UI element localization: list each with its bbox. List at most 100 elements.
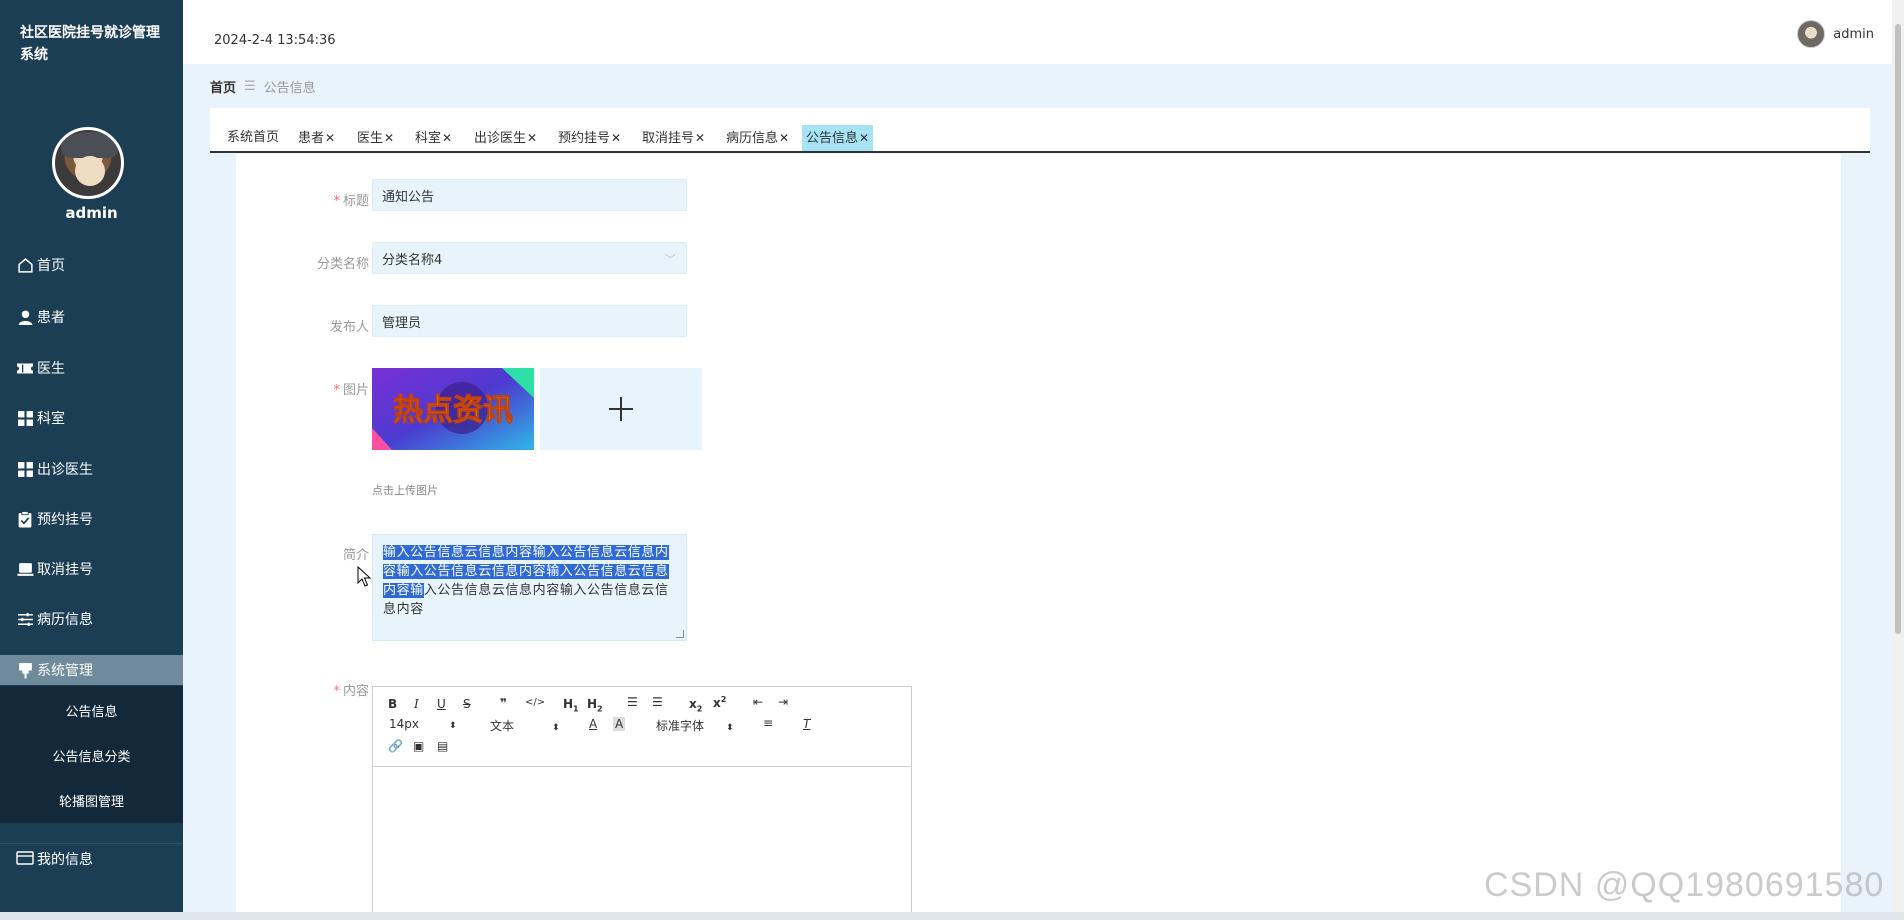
close-icon[interactable]: ✕	[779, 131, 789, 145]
publisher-input[interactable]: 管理员	[372, 305, 687, 337]
sidebar-username: admin	[65, 204, 118, 222]
bold-icon[interactable]: B	[388, 697, 397, 711]
tab-label: 出诊医生	[474, 131, 527, 146]
resize-handle[interactable]	[676, 630, 684, 638]
grid-icon	[16, 409, 34, 427]
sidebar-item-label: 我的信息	[37, 851, 93, 868]
breadcrumb-home[interactable]: 首页	[210, 77, 236, 96]
image-icon[interactable]: ▣	[413, 739, 424, 753]
tab-doctor[interactable]: 医生✕	[353, 125, 398, 151]
tab-label: 医生	[357, 131, 384, 146]
sidebar-item-label: 医生	[37, 361, 65, 377]
label-text: 标题	[342, 194, 369, 209]
sidebar-item-home[interactable]: 首页	[0, 250, 183, 280]
italic-icon[interactable]: I	[414, 697, 419, 711]
close-icon[interactable]: ✕	[859, 131, 869, 145]
intro-text-rest: 入公告信息云信息内容输入公告信息云信息内容	[383, 583, 669, 617]
underline-icon[interactable]: U	[437, 697, 446, 711]
background-color-icon[interactable]: A	[613, 717, 626, 731]
scrollbar-thumb[interactable]	[1895, 24, 1901, 634]
outdent-icon[interactable]: ⇤	[753, 695, 763, 709]
close-icon[interactable]: ✕	[384, 131, 394, 145]
uploaded-image-thumbnail[interactable]: 热点资讯	[372, 368, 534, 450]
plus-icon	[609, 397, 633, 421]
tab-medical-records[interactable]: 病历信息✕	[722, 125, 793, 151]
font-family-value: 标准字体	[656, 719, 705, 733]
superscript-icon[interactable]: x2	[713, 695, 726, 710]
submenu-item-carousel[interactable]: 轮播图管理	[0, 791, 183, 810]
sidebar-avatar[interactable]	[52, 127, 124, 199]
video-icon[interactable]: ▤	[437, 739, 448, 753]
form-panel: * 标题 通知公告 分类名称 分类名称4 ﹀ 发布人 管理员 * 图片 热点资讯 点…	[236, 154, 1841, 920]
bullet-list-icon[interactable]: ☰	[652, 695, 663, 709]
home-icon	[16, 256, 34, 274]
tab-notice[interactable]: 公告信息✕	[802, 125, 874, 151]
sidebar-item-my-info[interactable]: 我的信息	[0, 843, 183, 873]
tab-label: 病历信息	[726, 131, 779, 146]
sidebar-item-doctor[interactable]: 医生	[0, 353, 183, 383]
submenu-item-notice-category[interactable]: 公告信息分类	[0, 746, 183, 765]
sidebar-item-patient[interactable]: 患者	[0, 302, 183, 332]
sidebar-item-label: 患者	[37, 310, 65, 326]
tab-home[interactable]: 系统首页	[223, 125, 283, 151]
intro-textarea[interactable]: 输入公告信息云信息内容输入公告信息云信息内容输入公告信息云信息内容输入公告信息云…	[372, 534, 687, 641]
submenu-item-notice[interactable]: 公告信息	[0, 701, 183, 720]
updown-icon: ⬍	[449, 721, 457, 731]
sidebar-item-department[interactable]: 科室	[0, 403, 183, 433]
user-menu[interactable]: admin	[1797, 20, 1874, 48]
font-color-icon[interactable]: A	[589, 717, 597, 731]
link-icon[interactable]: 🔗	[388, 739, 403, 753]
datetime: 2024-2-4 13:54:36	[214, 33, 336, 48]
indent-icon[interactable]: ⇥	[778, 695, 788, 709]
close-icon[interactable]: ✕	[611, 131, 621, 145]
rich-text-editor[interactable]: B I U S ❞ </> H1 H2 ☰ ☰ x2 x2 ⇤ ⇥ 14px ⬍ …	[372, 686, 912, 920]
close-icon[interactable]: ✕	[527, 131, 537, 145]
top-bar: 2024-2-4 13:54:36 admin	[183, 0, 1904, 64]
label-text: 内容	[342, 684, 369, 699]
mouse-cursor-icon	[357, 566, 371, 587]
watermark: CSDN @QQ1980691580	[1484, 866, 1885, 904]
sidebar-item-appointment[interactable]: 预约挂号	[0, 504, 183, 534]
close-icon[interactable]: ✕	[442, 131, 452, 145]
category-select[interactable]: 分类名称4 ﹀	[372, 242, 687, 274]
font-size-select[interactable]: 14px ⬍	[389, 717, 457, 731]
tabs-bar: 系统首页 患者✕ 医生✕ 科室✕ 出诊医生✕ 预约挂号✕ 取消挂号✕ 病历信息✕…	[210, 108, 1870, 153]
image-label: * 图片	[239, 379, 369, 398]
sidebar-item-label: 科室	[37, 411, 65, 427]
sliders-icon	[16, 610, 34, 628]
tab-visiting-doctor[interactable]: 出诊医生✕	[470, 125, 541, 151]
strikethrough-icon[interactable]: S	[463, 697, 471, 711]
sidebar-item-cancel-appointment[interactable]: 取消挂号	[0, 554, 183, 584]
publisher-value: 管理员	[382, 315, 422, 331]
sidebar-item-label: 出诊医生	[37, 462, 93, 478]
blockquote-icon[interactable]: ❞	[500, 696, 507, 710]
tab-cancel-appointment[interactable]: 取消挂号✕	[638, 125, 709, 151]
heading-2-icon[interactable]: H2	[587, 697, 603, 713]
align-icon[interactable]: ≡	[763, 716, 773, 730]
ordered-list-icon[interactable]: ☰	[627, 695, 638, 709]
avatar-hat-shape	[61, 132, 119, 158]
close-icon[interactable]: ✕	[695, 131, 705, 145]
font-family-select[interactable]: 标准字体 ⬍	[656, 717, 734, 734]
heading-select[interactable]: 文本 ⬍	[490, 717, 560, 734]
clear-format-icon[interactable]: T	[803, 717, 810, 731]
tab-patient[interactable]: 患者✕	[294, 125, 339, 151]
avatar	[1797, 20, 1826, 48]
tab-department[interactable]: 科室✕	[411, 125, 456, 151]
content-label: * 内容	[239, 680, 369, 699]
scrollbar[interactable]	[1892, 0, 1904, 920]
subscript-icon[interactable]: x2	[689, 697, 702, 713]
code-icon[interactable]: </>	[525, 697, 545, 708]
sidebar-item-system-management[interactable]: 系统管理	[0, 655, 183, 685]
publisher-label: 发布人	[329, 320, 369, 335]
title-input[interactable]: 通知公告	[372, 179, 687, 211]
tab-appointment[interactable]: 预约挂号✕	[554, 125, 625, 151]
upload-add-button[interactable]	[540, 368, 702, 450]
heading-value: 文本	[490, 719, 515, 733]
sidebar-item-medical-records[interactable]: 病历信息	[0, 604, 183, 634]
heading-1-icon[interactable]: H1	[563, 697, 579, 713]
close-icon[interactable]: ✕	[325, 131, 335, 145]
category-label: 分类名称	[316, 257, 369, 272]
sidebar-item-visiting-doctor[interactable]: 出诊医生	[0, 454, 183, 484]
tab-label: 公告信息	[806, 131, 859, 146]
